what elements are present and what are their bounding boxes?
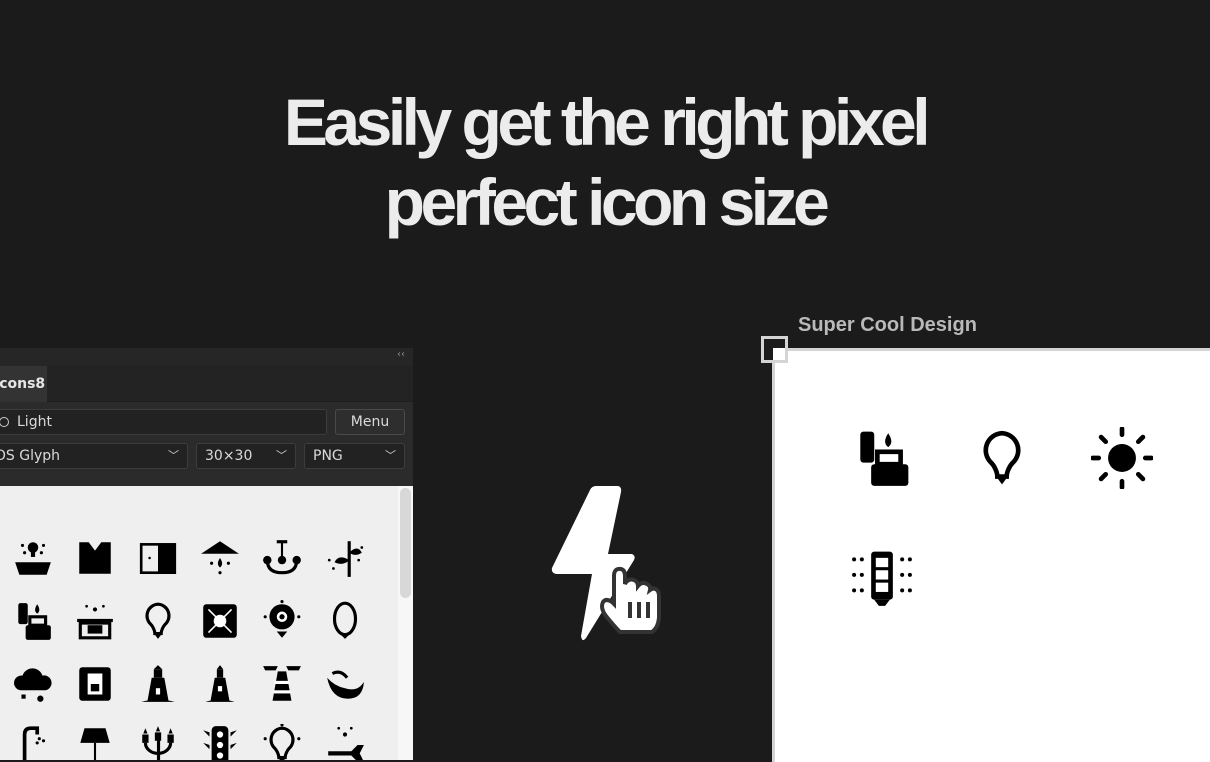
bulb-oval-icon[interactable] bbox=[324, 600, 366, 642]
tab-icons8[interactable]: Icons8 bbox=[0, 366, 47, 402]
flash-square-icon[interactable] bbox=[199, 600, 241, 642]
lighthouse-icon[interactable] bbox=[137, 663, 179, 705]
bulb-outline-icon[interactable] bbox=[971, 427, 1033, 489]
lighthouse-beam-icon[interactable] bbox=[261, 663, 303, 705]
menu-button[interactable]: Menu bbox=[335, 409, 405, 435]
bulb-bowl-icon[interactable] bbox=[12, 537, 54, 579]
led-strip-icon[interactable] bbox=[851, 547, 913, 609]
chevron-down-icon: ﹀ bbox=[168, 449, 179, 462]
light-switch-icon[interactable] bbox=[74, 663, 116, 705]
chevron-down-icon: ﹀ bbox=[385, 449, 396, 462]
size-select[interactable]: 30×30 ﹀ bbox=[196, 443, 296, 469]
vest-icon[interactable] bbox=[74, 537, 116, 579]
bulb-shine-icon[interactable] bbox=[261, 723, 303, 760]
headline-line-2: perfect icon size bbox=[384, 165, 830, 239]
size-select-value: 30×30 bbox=[205, 448, 253, 464]
scrollbar-thumb[interactable] bbox=[400, 488, 411, 598]
search-input[interactable]: Light bbox=[0, 409, 327, 435]
format-select[interactable]: PNG ﹀ bbox=[304, 443, 405, 469]
artboard-label: Super Cool Design bbox=[798, 314, 977, 336]
sun-icon[interactable] bbox=[1090, 426, 1154, 490]
traffic-light-icon[interactable] bbox=[199, 724, 241, 760]
style-select-value: iOS Glyph bbox=[0, 448, 61, 464]
scrollbar[interactable] bbox=[398, 486, 413, 760]
lightning-hand-icon bbox=[551, 486, 661, 641]
style-select[interactable]: iOS Glyph ﹀ bbox=[0, 443, 188, 469]
artboard bbox=[772, 348, 1210, 762]
leaf-icon[interactable] bbox=[324, 663, 366, 705]
chevron-down-icon: ﹀ bbox=[276, 449, 287, 462]
icons8-plugin-panel: ‹‹ Icons8 Light Menu iOS Glyph ﹀ 30×30 ﹀ P… bbox=[0, 348, 413, 760]
candelabra-icon[interactable] bbox=[137, 724, 179, 760]
search-icon bbox=[0, 417, 9, 427]
lighthouse-2-icon[interactable] bbox=[199, 663, 241, 705]
floor-lamp-icon[interactable] bbox=[74, 724, 116, 760]
lighter-icon[interactable] bbox=[12, 600, 54, 642]
cloud-snow-icon[interactable] bbox=[12, 663, 54, 705]
collapse-panel-button[interactable]: ‹‹ bbox=[397, 349, 405, 360]
artboard-resize-handle[interactable] bbox=[761, 336, 788, 363]
ceiling-light-icon[interactable] bbox=[199, 537, 241, 579]
format-select-value: PNG bbox=[313, 448, 343, 464]
chandelier-icon[interactable] bbox=[261, 537, 303, 579]
search-value: Light bbox=[17, 414, 52, 430]
panel-header: ‹‹ bbox=[0, 348, 413, 366]
lighter-icon[interactable] bbox=[851, 427, 913, 489]
idea-gear-icon[interactable] bbox=[261, 600, 303, 642]
tab-bar: Icons8 bbox=[0, 366, 413, 402]
kitchen-hood-light-icon[interactable] bbox=[74, 600, 116, 642]
window-night-icon[interactable] bbox=[137, 537, 179, 579]
bulb-outline-icon[interactable] bbox=[137, 600, 179, 642]
headline-line-1: Easily get the right pixel bbox=[283, 85, 931, 159]
branch-lights-icon[interactable] bbox=[324, 537, 366, 579]
headline: Easily get the right pixel perfect icon … bbox=[0, 82, 1210, 242]
wrench-light-icon[interactable] bbox=[324, 724, 366, 760]
shower-icon[interactable] bbox=[12, 724, 54, 760]
icon-grid bbox=[0, 486, 398, 760]
